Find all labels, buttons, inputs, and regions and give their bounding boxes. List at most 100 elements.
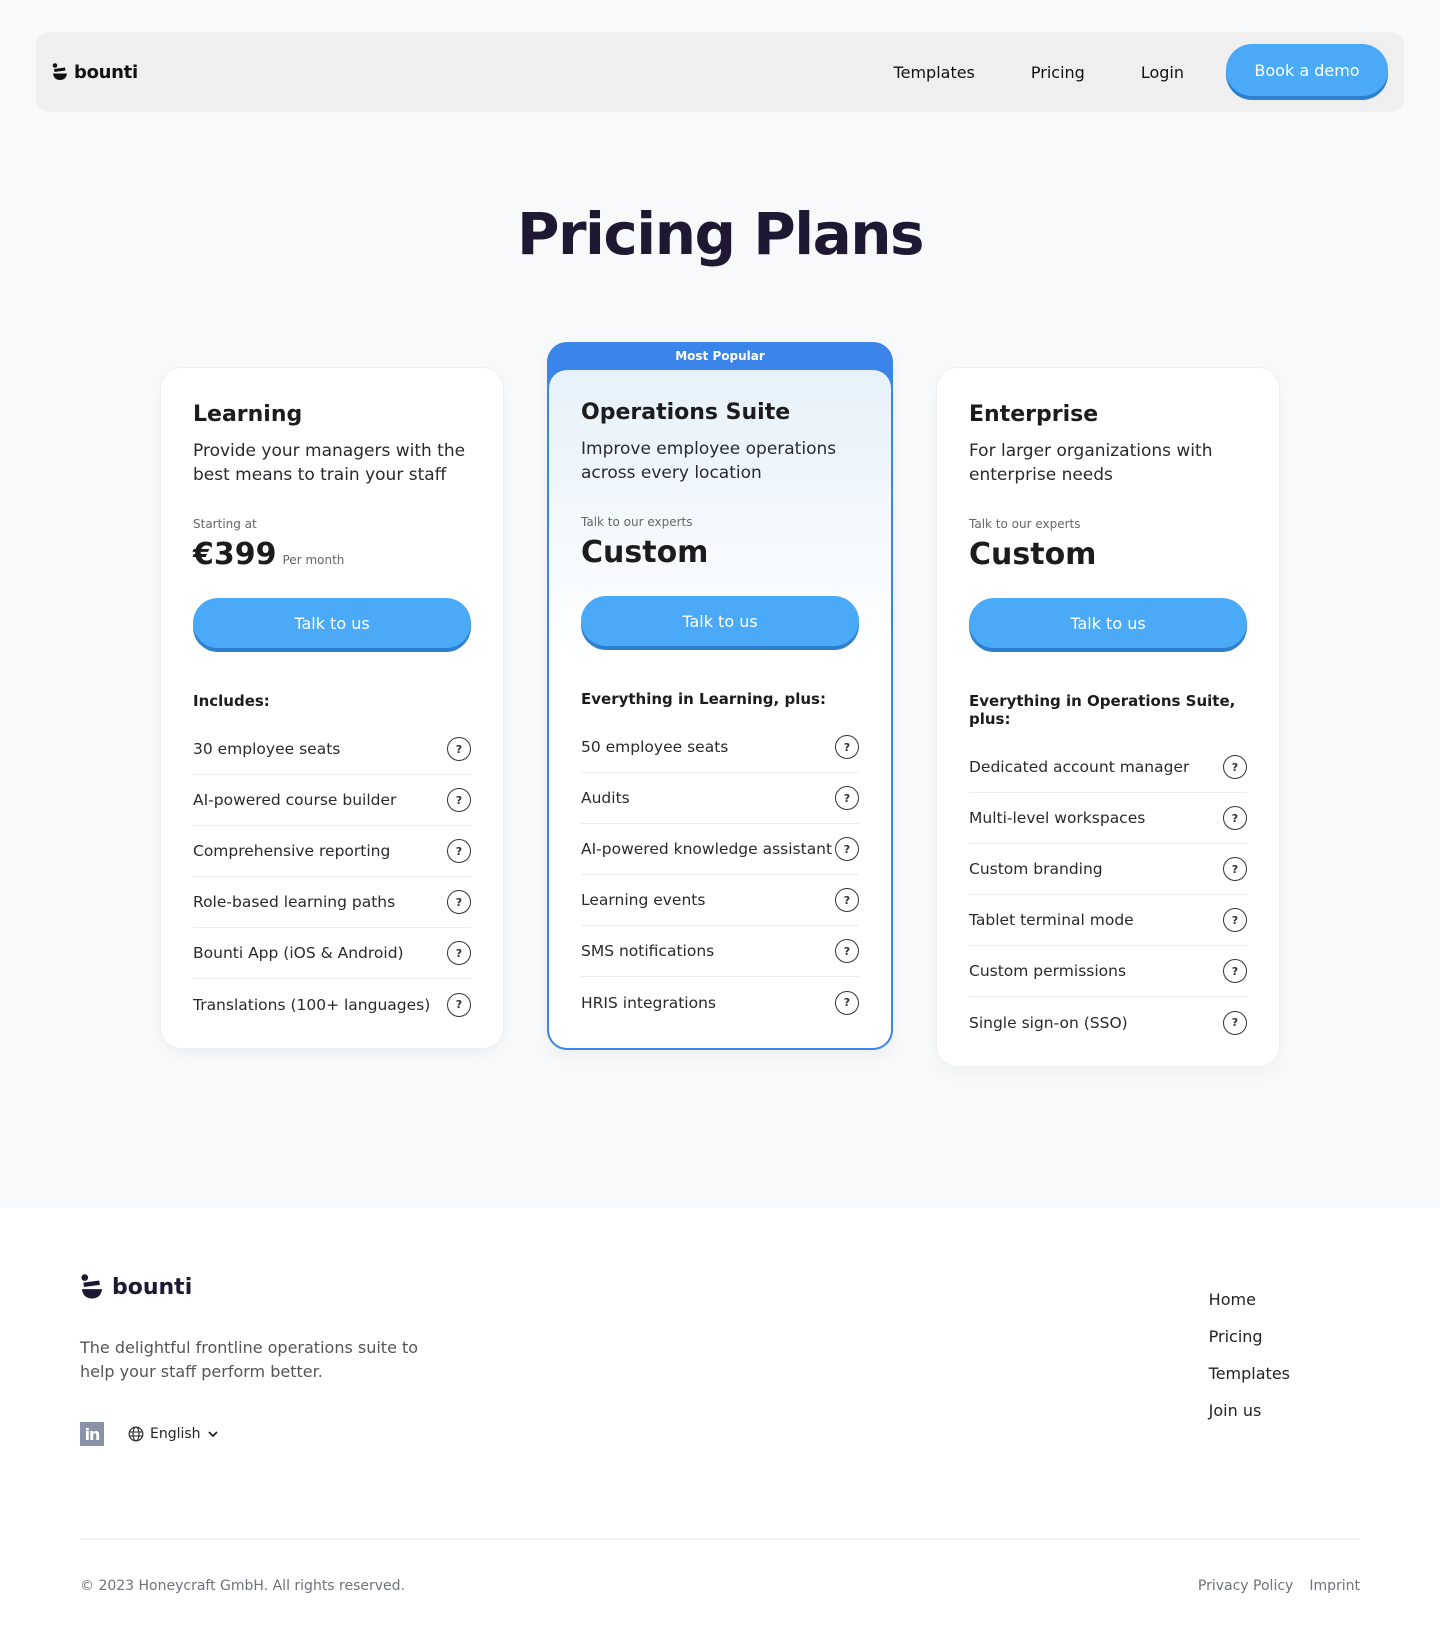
price-label: Talk to our experts	[581, 515, 693, 529]
help-icon[interactable]: ?	[447, 788, 471, 812]
help-icon[interactable]: ?	[1223, 755, 1247, 779]
plan-card-operations-suite: Most Popular Operations Suite Improve em…	[547, 342, 893, 1050]
language-label: English	[150, 1426, 201, 1442]
feature-list: Dedicated account manager? Multi-level w…	[969, 742, 1247, 1048]
bounti-logo-icon	[52, 63, 67, 80]
feature-item: Custom permissions?	[969, 946, 1247, 997]
feature-label: Multi-level workspaces	[969, 809, 1146, 827]
feature-item: Bounti App (iOS & Android)?	[193, 928, 471, 979]
help-icon[interactable]: ?	[447, 737, 471, 761]
top-nav: bounti Templates Pricing Login Book a de…	[36, 32, 1404, 112]
plan-description: Provide your managers with the best mean…	[193, 441, 466, 485]
nav-links: Templates Pricing Login Book a demo	[894, 44, 1388, 96]
feature-label: Role-based learning paths	[193, 893, 396, 911]
footer: bounti The delightful frontline operatio…	[0, 1208, 1440, 1632]
plan-card-learning: Learning Provide your managers with the …	[161, 368, 503, 1048]
privacy-policy-link[interactable]: Privacy Policy	[1198, 1578, 1293, 1594]
help-icon[interactable]: ?	[1223, 806, 1247, 830]
feature-item: Custom branding?	[969, 844, 1247, 895]
feature-label: SMS notifications	[581, 942, 715, 960]
plan-price: Custom	[581, 535, 709, 570]
includes-heading: Everything in Operations Suite, plus:	[969, 692, 1236, 728]
footer-link-templates[interactable]: Templates	[1209, 1364, 1290, 1383]
help-icon[interactable]: ?	[835, 786, 859, 810]
help-icon[interactable]: ?	[447, 992, 471, 1017]
help-icon[interactable]: ?	[1223, 857, 1247, 881]
nav-link-pricing[interactable]: Pricing	[1031, 63, 1085, 82]
help-icon[interactable]: ?	[1223, 1010, 1247, 1035]
help-icon[interactable]: ?	[835, 990, 859, 1015]
talk-to-us-button[interactable]: Talk to us	[581, 596, 859, 646]
help-icon[interactable]: ?	[1223, 908, 1247, 932]
plan-description: Improve employee operations across every…	[581, 439, 837, 483]
feature-item: Multi-level workspaces?	[969, 793, 1247, 844]
feature-item: Comprehensive reporting?	[193, 826, 471, 877]
feature-label: Translations (100+ languages)	[193, 995, 431, 1014]
footer-links: Home Pricing Templates Join us	[1209, 1290, 1290, 1446]
talk-to-us-button[interactable]: Talk to us	[193, 598, 471, 648]
feature-item: AI-powered knowledge assistant?	[581, 824, 859, 875]
feature-label: Custom branding	[969, 860, 1103, 878]
help-icon[interactable]: ?	[835, 735, 859, 759]
price-label: Talk to our experts	[969, 517, 1081, 531]
help-icon[interactable]: ?	[447, 839, 471, 863]
footer-logo[interactable]: bounti	[80, 1274, 420, 1300]
feature-item: Single sign-on (SSO)?	[969, 997, 1247, 1048]
feature-label: Single sign-on (SSO)	[969, 1013, 1128, 1032]
footer-logo-text: bounti	[112, 1274, 193, 1300]
chevron-down-icon	[207, 1431, 218, 1438]
help-icon[interactable]: ?	[835, 888, 859, 912]
imprint-link[interactable]: Imprint	[1309, 1578, 1360, 1594]
price-unit: Per month	[282, 553, 345, 567]
plan-name: Learning	[193, 402, 303, 427]
feature-label: Comprehensive reporting	[193, 842, 391, 860]
nav-link-templates[interactable]: Templates	[894, 63, 975, 82]
plan-description: For larger organizations with enterprise…	[969, 441, 1213, 485]
feature-label: Tablet terminal mode	[969, 911, 1134, 929]
logo-text: bounti	[74, 61, 138, 83]
most-popular-badge: Most Popular	[675, 349, 765, 363]
book-demo-button[interactable]: Book a demo	[1226, 44, 1388, 96]
feature-label: Custom permissions	[969, 962, 1127, 980]
plan-name: Operations Suite	[581, 400, 791, 425]
feature-label: AI-powered knowledge assistant	[581, 840, 833, 858]
feature-label: 50 employee seats	[581, 738, 729, 756]
language-selector[interactable]: English	[128, 1426, 225, 1442]
feature-item: Tablet terminal mode?	[969, 895, 1247, 946]
feature-label: AI-powered course builder	[193, 791, 397, 809]
plan-card-enterprise: Enterprise For larger organizations with…	[937, 368, 1279, 1066]
feature-label: Audits	[581, 789, 630, 807]
feature-item: SMS notifications?	[581, 926, 859, 977]
plan-price: €399	[193, 537, 277, 572]
page: bounti Templates Pricing Login Book a de…	[0, 0, 1440, 1632]
price-label: Starting at	[193, 517, 257, 531]
feature-list: 50 employee seats? Audits? AI-powered kn…	[581, 722, 859, 1028]
help-icon[interactable]: ?	[1223, 959, 1247, 983]
footer-link-pricing[interactable]: Pricing	[1209, 1327, 1290, 1346]
page-title: Pricing Plans	[516, 200, 925, 268]
footer-link-home[interactable]: Home	[1209, 1290, 1290, 1309]
footer-tagline: The delightful frontline operations suit…	[80, 1338, 419, 1381]
includes-heading: Includes:	[193, 692, 270, 710]
help-icon[interactable]: ?	[447, 890, 471, 914]
help-icon[interactable]: ?	[447, 941, 471, 965]
includes-heading: Everything in Learning, plus:	[581, 690, 826, 708]
feature-label: 30 employee seats	[193, 740, 341, 758]
footer-link-join-us[interactable]: Join us	[1209, 1401, 1290, 1420]
copyright: © 2023 Honeycraft GmbH. All rights reser…	[80, 1578, 406, 1594]
feature-label: HRIS integrations	[581, 993, 716, 1012]
feature-item: Audits?	[581, 773, 859, 824]
linkedin-icon[interactable]: in	[80, 1422, 104, 1446]
feature-label: Bounti App (iOS & Android)	[193, 944, 404, 962]
plan-name: Enterprise	[969, 402, 1099, 427]
talk-to-us-button[interactable]: Talk to us	[969, 598, 1247, 648]
help-icon[interactable]: ?	[835, 939, 859, 963]
feature-item: Role-based learning paths?	[193, 877, 471, 928]
logo[interactable]: bounti	[52, 62, 138, 83]
pricing-cards: Learning Provide your managers with the …	[0, 342, 1440, 1066]
feature-item: Dedicated account manager?	[969, 742, 1247, 793]
help-icon[interactable]: ?	[835, 837, 859, 861]
nav-link-login[interactable]: Login	[1141, 63, 1184, 82]
feature-item: Learning events?	[581, 875, 859, 926]
bounti-logo-icon	[81, 1274, 103, 1299]
